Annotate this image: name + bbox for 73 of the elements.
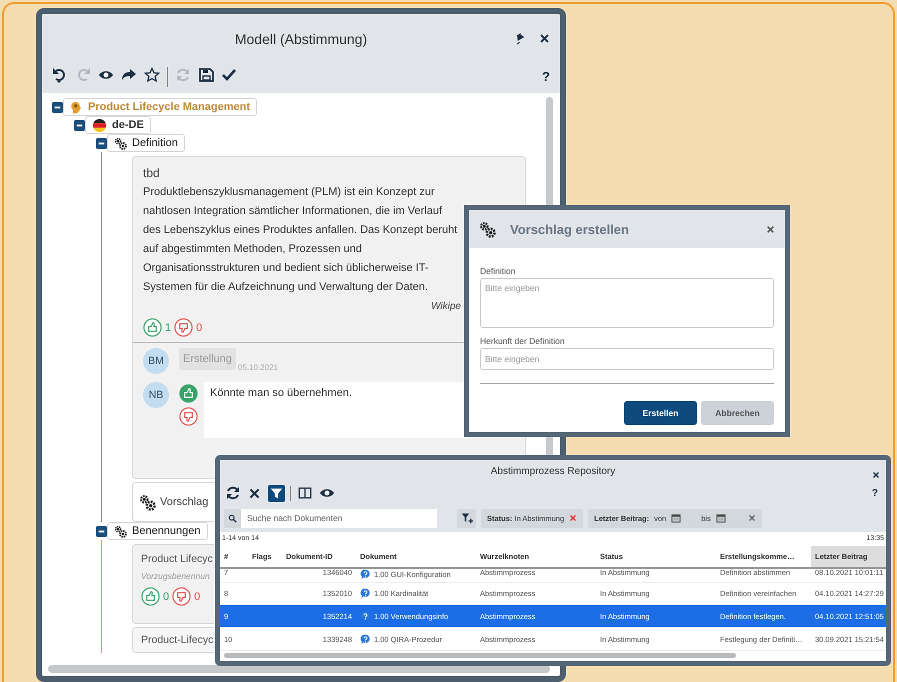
calendar-icon <box>671 513 682 523</box>
collapse-icon[interactable] <box>52 102 63 112</box>
comment-text: Könnte man so übernehmen. <box>204 382 468 438</box>
flag-icon <box>92 118 107 132</box>
field-label: Herkunft der Definition <box>480 336 566 346</box>
term-card[interactable]: Product-Lifecyc <box>132 627 214 653</box>
head-icon <box>70 100 83 114</box>
close-icon[interactable] <box>539 33 550 44</box>
collapse-icon[interactable] <box>96 138 107 148</box>
thumbs-down-icon[interactable] <box>179 407 198 426</box>
like-count: 0 <box>163 590 170 602</box>
save-icon[interactable] <box>198 67 214 83</box>
source-field[interactable]: Bitte eingeben <box>480 348 774 370</box>
thumbs-up-icon[interactable] <box>143 318 162 337</box>
gears-icon <box>479 220 496 238</box>
comment-date: 05.10.2021 <box>238 363 278 372</box>
window-title: Modell (Abstimmung) <box>234 31 368 47</box>
like-count: 1 <box>165 322 172 334</box>
tree-node[interactable]: de-DE <box>85 116 151 134</box>
status-text: tbd <box>143 165 161 181</box>
event-tag: Erstellung <box>179 348 236 370</box>
help-bubble-icon <box>360 610 371 622</box>
dislike-count: 0 <box>196 322 202 334</box>
definition-text: Produktlebenszyklusmanagement (PLM) ist ein Konzept zur nahtlosen Integration sämtlicher Informationen, die im Verlauf des Lebenszyklus eines Produktes anfallen. Das Konzept beruht auf abgestimmten Methoden, Prozessen und Organisationsstrukturen und bedient sich üblicherweise IT-Systemen für die Aufzeichnung und Verwaltung der Daten. <box>143 185 458 295</box>
thumbs-up-icon[interactable] <box>179 384 198 403</box>
refresh-icon[interactable] <box>224 485 240 501</box>
avatar: BM <box>143 348 169 374</box>
term-card[interactable]: Product Lifecyc Vorzugsbenennun 0 0 <box>132 544 214 624</box>
cancel-button[interactable]: Abbrechen <box>701 401 774 425</box>
gears-icon <box>114 524 127 538</box>
term-title: Product Lifecyc <box>141 553 214 565</box>
window-title: Abstimmprozess Repository <box>490 466 616 476</box>
thumbs-down-icon[interactable] <box>174 318 194 337</box>
collapse-icon[interactable] <box>74 120 85 130</box>
undo-icon[interactable] <box>52 67 68 83</box>
calendar-icon <box>716 513 726 523</box>
close-icon[interactable] <box>248 486 261 500</box>
horizontal-scrollbar[interactable] <box>48 665 550 673</box>
thumbs-down-icon[interactable] <box>172 587 192 606</box>
help-button[interactable]: ? <box>542 67 550 84</box>
avatar: NB <box>143 382 169 408</box>
horizontal-scrollbar[interactable] <box>224 653 736 658</box>
gears-icon <box>139 494 156 510</box>
help-bubble-icon <box>360 569 371 580</box>
help-bubble-icon <box>360 588 371 599</box>
tree-node[interactable]: Benennungen <box>107 522 208 540</box>
thumbs-up-icon[interactable] <box>141 587 160 606</box>
search-icon[interactable] <box>228 514 237 522</box>
check-icon[interactable] <box>221 67 237 83</box>
card-label: Vorschlag <box>160 496 208 508</box>
help-bubble-icon <box>360 634 371 645</box>
source-text: Wikipe <box>431 301 461 312</box>
dialog-title: Vorschlag erstellen <box>510 222 630 236</box>
tree-node[interactable]: Definition <box>107 134 185 152</box>
gears-icon <box>114 136 127 150</box>
create-button[interactable]: Erstellen <box>624 401 697 425</box>
remove-icon[interactable] <box>569 514 578 522</box>
remove-icon[interactable] <box>748 514 756 522</box>
term-subtitle: Vorzugsbenennun <box>141 571 211 581</box>
term-title: Product-Lifecyc <box>141 634 214 646</box>
filter-icon[interactable] <box>270 486 283 500</box>
field-label: Definition <box>480 266 516 276</box>
definition-field[interactable]: Bitte eingeben <box>480 278 774 328</box>
pin-icon[interactable] <box>515 33 527 45</box>
star-icon[interactable] <box>144 67 160 83</box>
columns-icon[interactable] <box>298 486 312 500</box>
add-filter-icon[interactable] <box>460 512 472 524</box>
close-icon[interactable] <box>766 224 775 234</box>
dislike-count: 0 <box>194 590 200 602</box>
collapse-icon[interactable] <box>96 526 107 536</box>
close-icon[interactable] <box>872 471 880 479</box>
help-button[interactable]: ? <box>872 488 882 498</box>
proposal-card[interactable]: Vorschlag <box>132 482 214 522</box>
